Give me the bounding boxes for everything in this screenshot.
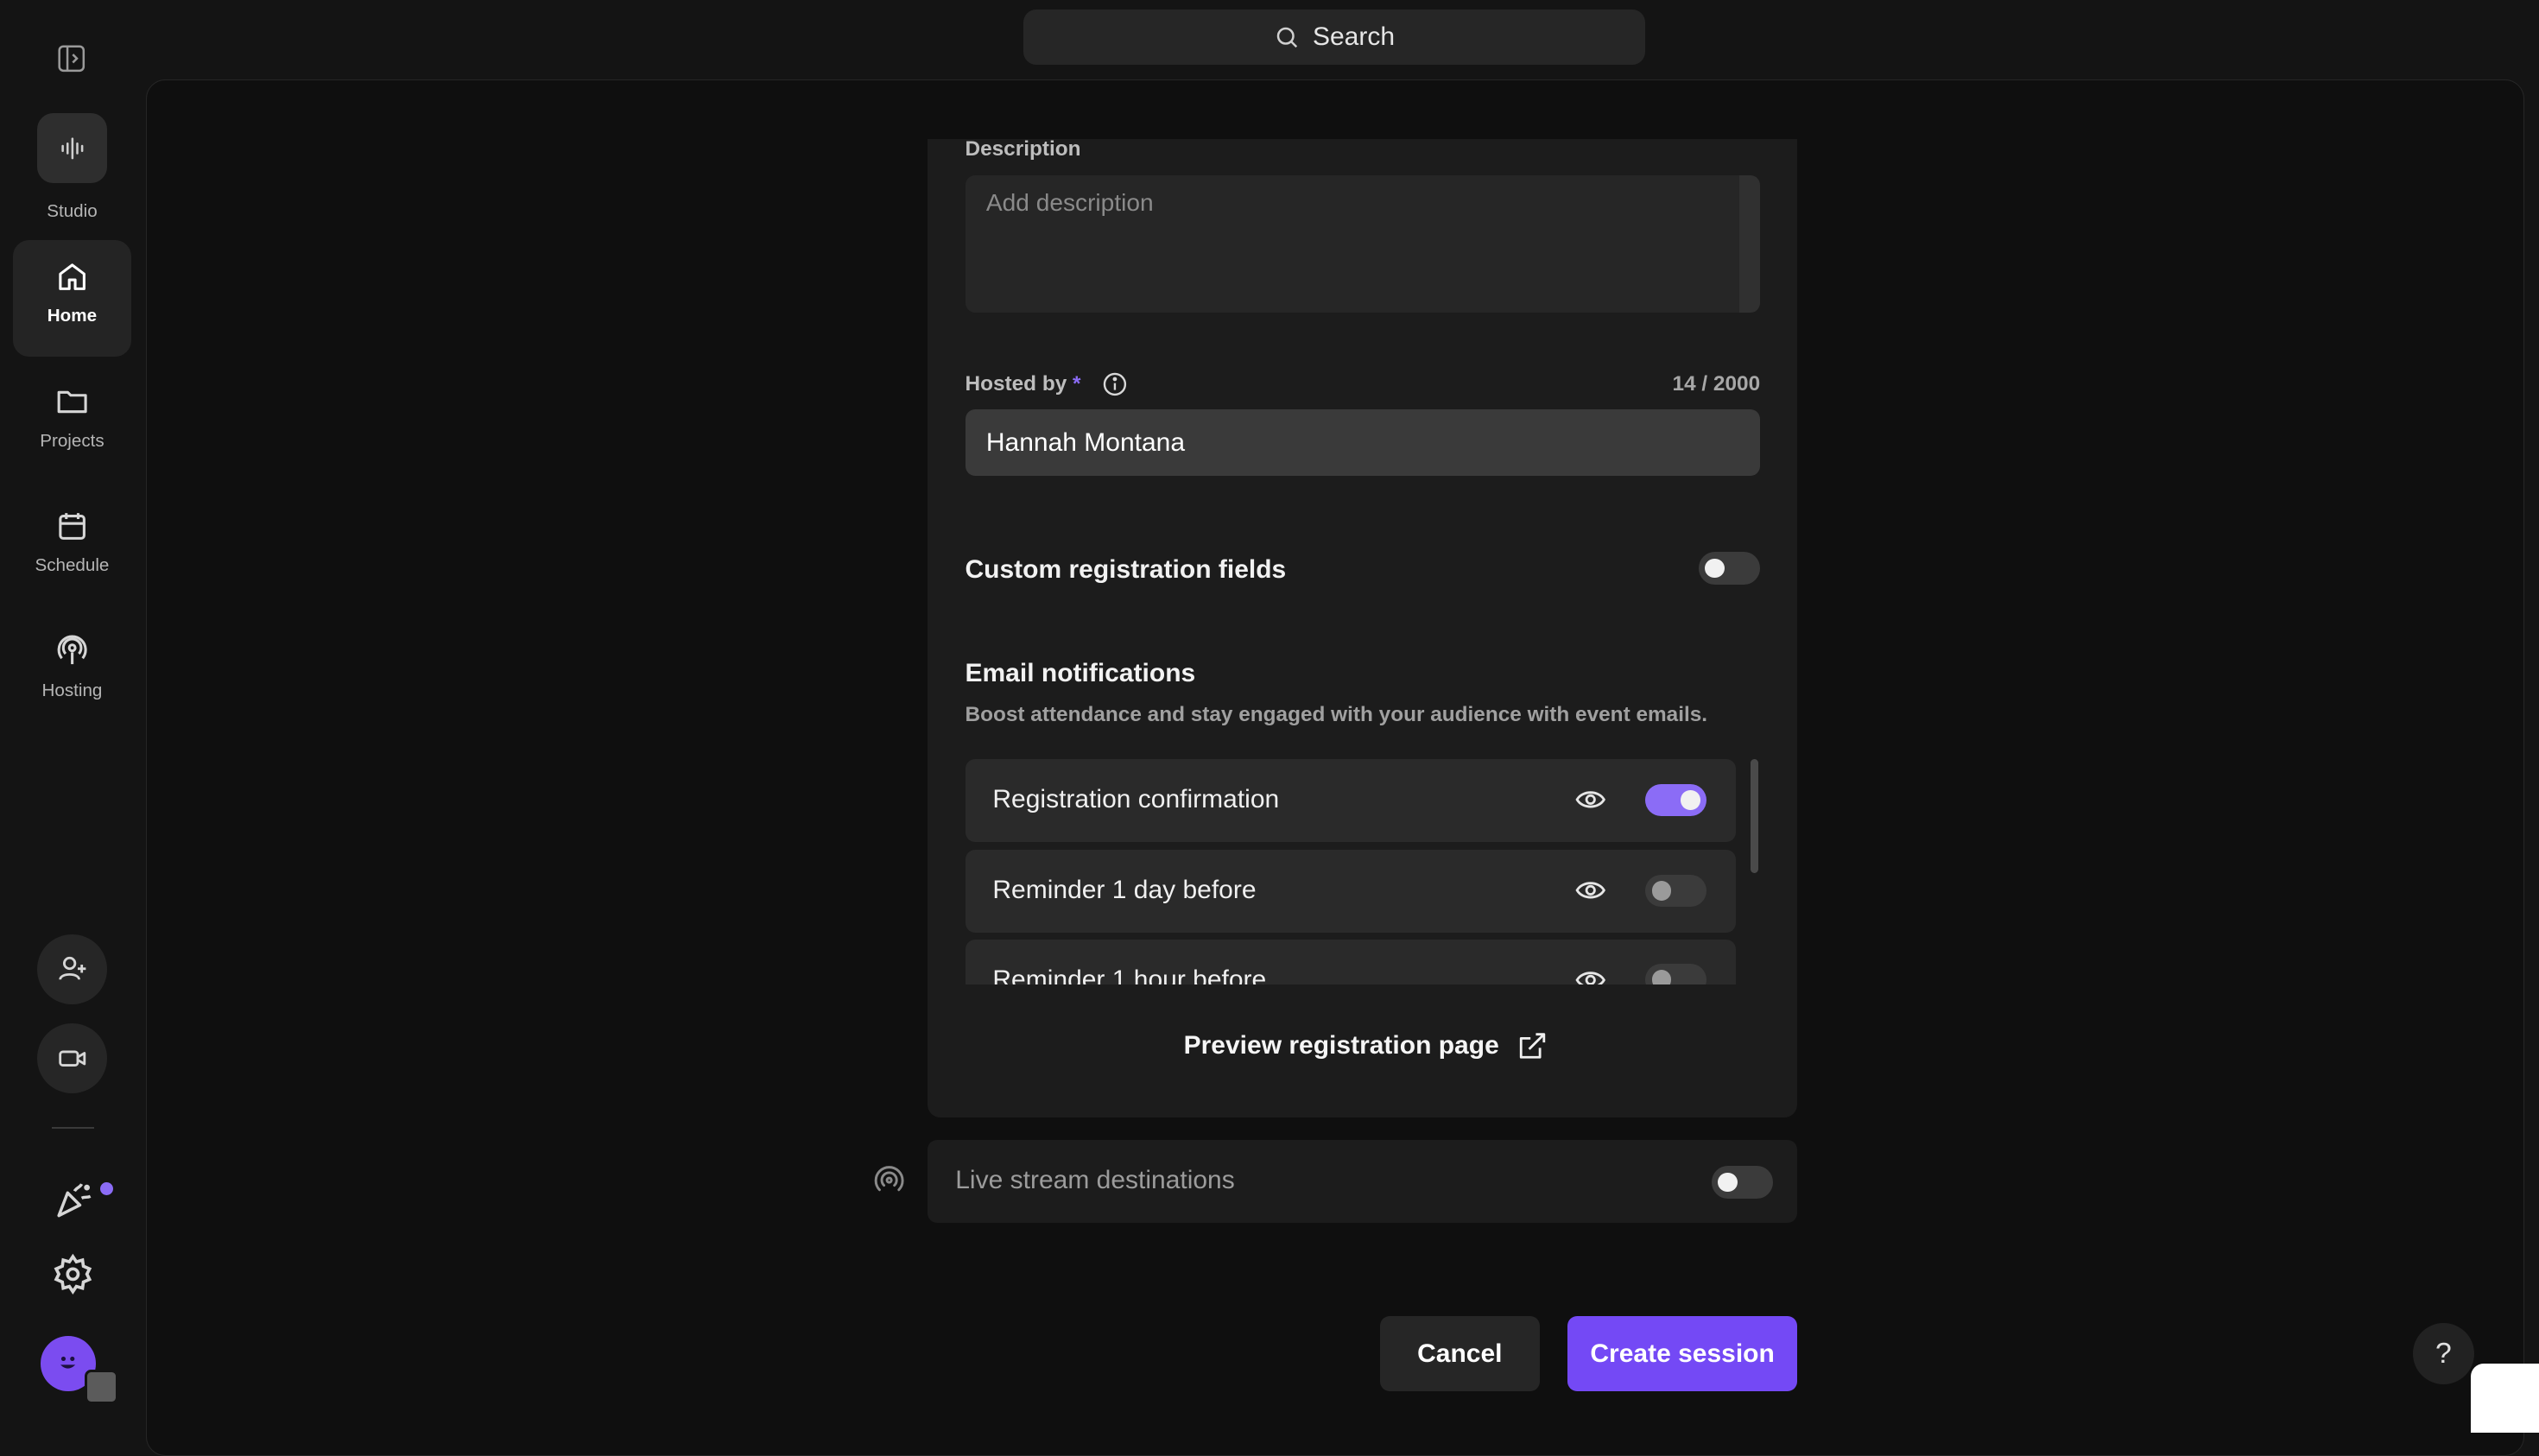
search-bar[interactable]: Search [1023,9,1645,65]
sidebar-item-studio[interactable]: Studio [13,111,131,227]
hosted-by-label-text: Hosted by [965,372,1067,396]
hosted-by-label: Hosted by * [966,372,1081,396]
record-video-button[interactable] [37,1023,107,1093]
custom-registration-label: Custom registration fields [965,555,1287,585]
user-plus-icon [58,957,86,981]
reminder-1-day-toggle[interactable] [1645,874,1707,907]
email-item-label: Registration confirmation [992,785,1280,814]
broadcast-icon [874,1166,904,1192]
studio-tile [37,113,107,183]
required-mark: * [1073,372,1081,396]
create-session-button[interactable]: Create session [1567,1316,1798,1391]
toggle-knob [1651,881,1671,901]
sidebar-item-projects[interactable]: Projects [13,364,131,481]
eye-icon[interactable] [1574,785,1607,814]
description-textarea[interactable]: Add description [965,174,1761,313]
podcast-icon [57,635,87,665]
description-label: Description [965,137,1081,161]
calendar-icon [59,512,85,540]
external-link-icon [1519,1032,1545,1059]
sidebar-item-label: Home [47,306,98,326]
help-button[interactable]: ? [2412,1322,2474,1385]
custom-registration-toggle[interactable] [1698,552,1761,585]
sidebar-item-label: Schedule [35,555,110,576]
folder-icon [57,391,87,414]
home-icon [59,263,85,290]
search-icon [1276,27,1298,48]
cancel-button[interactable]: Cancel [1379,1316,1541,1391]
sidebar-toggle-icon[interactable] [55,42,88,75]
smiley-icon [60,1357,76,1369]
sidebar-divider [52,1127,94,1129]
hosted-by-value: Hannah Montana [985,427,1186,457]
sidebar-item-home[interactable]: Home [13,239,131,357]
party-popper-icon[interactable] [52,1179,94,1221]
search-label: Search [1312,22,1396,52]
list-item: Reminder 1 hour before [965,939,1736,985]
preview-registration-link[interactable]: Preview registration page [1184,1027,1548,1066]
waveform-icon [60,137,83,160]
overlay-corner [2471,1363,2539,1434]
description-scrollbar[interactable] [1738,174,1761,313]
invite-user-button[interactable] [37,934,107,1004]
sidebar: Studio Home Projects Schedule Hosting [0,0,146,1433]
live-stream-label: Live stream destinations [955,1166,1235,1194]
eye-icon[interactable] [1574,876,1607,905]
sidebar-item-schedule[interactable]: Schedule [13,489,131,605]
email-notification-list: Registration confirmation Reminder 1 day… [965,759,1736,985]
list-item: Reminder 1 day before [965,850,1736,933]
toggle-knob [1651,970,1671,984]
email-item-label: Reminder 1 hour before [992,965,1267,985]
list-item: Registration confirmation [965,759,1736,842]
workspace-badge-icon [84,1370,118,1404]
email-list-scrollbar[interactable] [1750,759,1759,873]
live-stream-card: Live stream destinations [928,1140,1798,1223]
registration-confirmation-toggle[interactable] [1645,783,1707,816]
reminder-1-hour-toggle[interactable] [1645,963,1707,984]
sidebar-item-hosting[interactable]: Hosting [13,614,131,731]
toggle-knob [1681,790,1700,810]
live-stream-toggle[interactable] [1711,1166,1774,1199]
email-notifications-subtitle: Boost attendance and stay engaged with y… [965,702,1708,726]
video-camera-icon [58,1050,85,1067]
eye-icon[interactable] [1574,965,1607,985]
sidebar-item-label: Projects [40,430,104,451]
character-counter: 14 / 2000 [1672,372,1761,396]
sidebar-item-label: Studio [47,200,98,221]
toggle-knob [1718,1172,1738,1192]
email-notifications-title: Email notifications [965,659,1196,688]
info-icon[interactable] [1101,370,1129,398]
email-item-label: Reminder 1 day before [992,876,1257,905]
hosted-by-input[interactable]: Hannah Montana [965,409,1761,477]
sidebar-item-label: Hosting [41,680,103,700]
gear-icon[interactable] [52,1253,94,1295]
description-placeholder: Add description [985,189,1154,217]
preview-link-label: Preview registration page [1183,1031,1499,1060]
toggle-knob [1705,558,1725,579]
notification-dot [100,1181,114,1195]
